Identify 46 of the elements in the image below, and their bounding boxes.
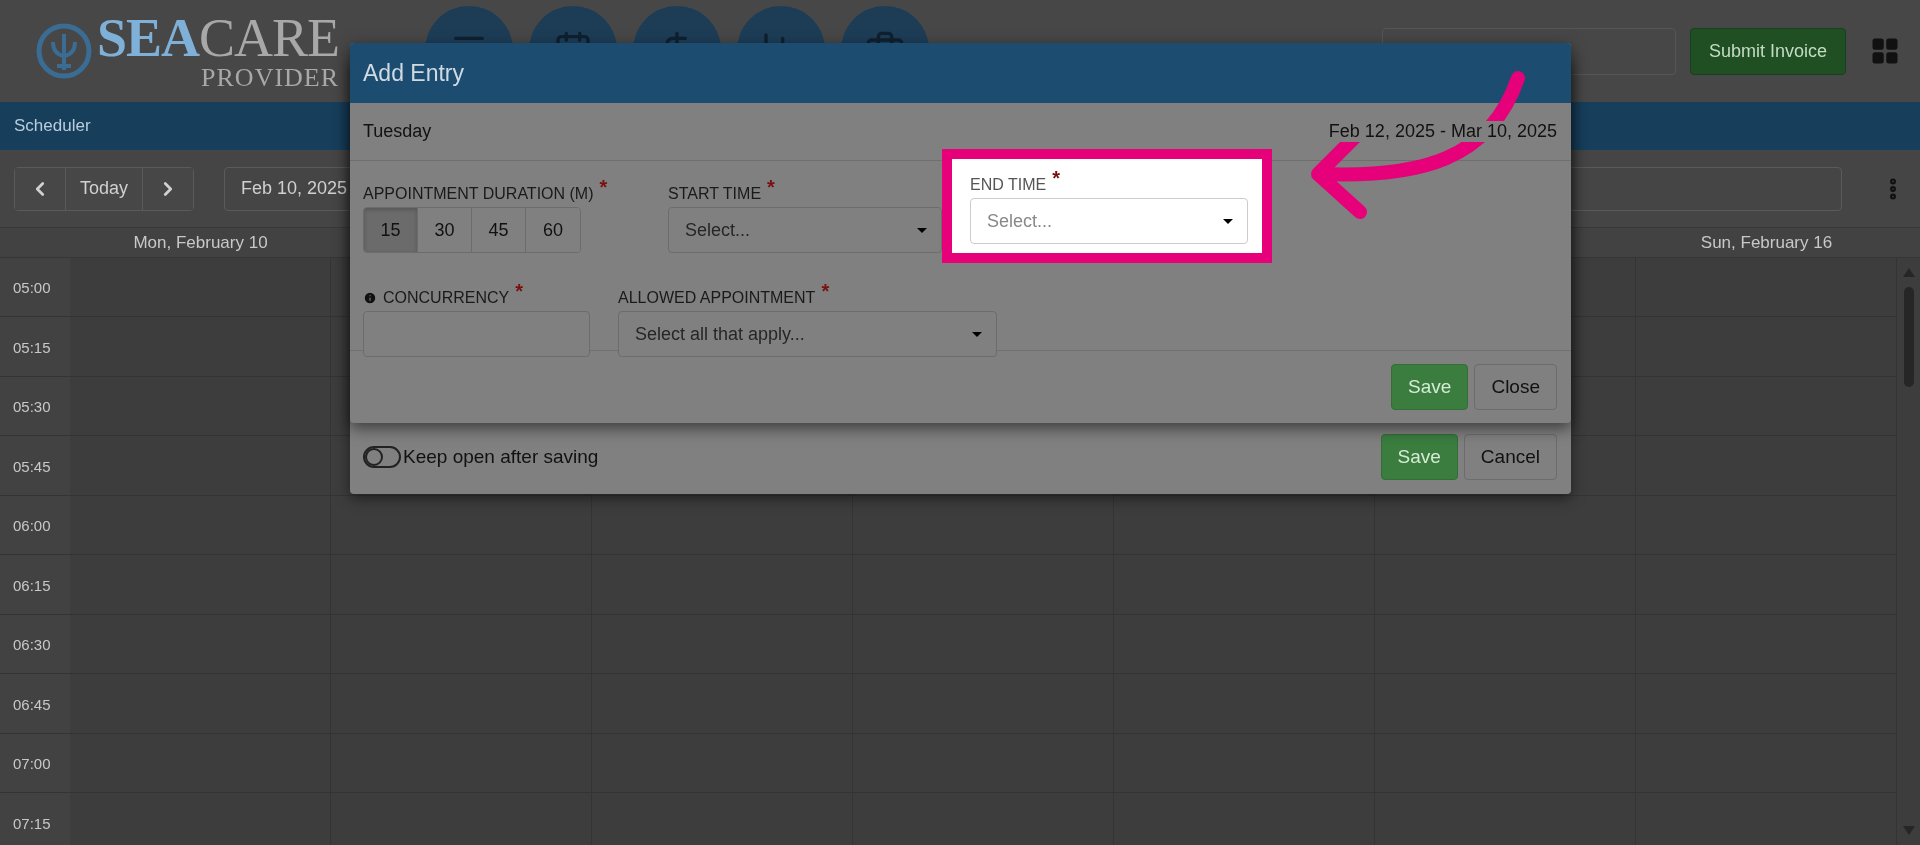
- field-label: START TIME: [668, 185, 762, 203]
- section-title: Scheduler: [14, 116, 91, 136]
- time-label: 07:15: [13, 814, 51, 832]
- time-label: 05:00: [13, 279, 51, 297]
- grid-icon[interactable]: [1870, 36, 1900, 66]
- field-label: APPOINTMENT DURATION (M): [363, 185, 594, 203]
- appointment-select[interactable]: Select all that apply...: [618, 311, 997, 357]
- caret-icon: [972, 331, 982, 337]
- submit-invoice-button[interactable]: Submit Invoice: [1689, 27, 1846, 75]
- time-label: 05:30: [13, 398, 51, 416]
- brand-tagline: PROVIDER: [201, 65, 340, 91]
- time-select[interactable]: Select...: [970, 198, 1248, 244]
- caret-icon: [1223, 218, 1233, 224]
- previous-button[interactable]: [15, 167, 66, 210]
- time-label: 06:00: [13, 517, 51, 535]
- day-name: Tuesday: [363, 121, 432, 142]
- time-label: 06:30: [13, 636, 51, 654]
- field-label: ALLOWED APPOINTMENT: [618, 289, 816, 307]
- duration-option[interactable]: 15: [364, 208, 418, 252]
- time-label: 05:15: [13, 338, 51, 356]
- save-button[interactable]: Save: [1391, 364, 1469, 410]
- toggle-switch[interactable]: [363, 446, 401, 468]
- time-label: 07:00: [13, 755, 51, 773]
- day-header: Mon, February 10: [133, 232, 268, 253]
- time-label: 05:45: [13, 457, 51, 475]
- time-select[interactable]: Select...: [668, 207, 942, 253]
- date-range: Feb 12, 2025 - Mar 10, 2025: [1328, 121, 1557, 142]
- required-mark: *: [767, 176, 775, 199]
- brand-name: SEACARE: [97, 11, 340, 65]
- required-mark: *: [599, 176, 608, 199]
- save-button[interactable]: Save: [1380, 434, 1458, 480]
- toggle-label: Keep open after saving: [403, 446, 599, 468]
- time-label: 06:45: [13, 695, 51, 713]
- cancel-button[interactable]: Cancel: [1463, 434, 1557, 480]
- trident-logo-icon: [35, 22, 93, 80]
- info-icon[interactable]: [363, 290, 377, 305]
- required-mark: *: [1052, 167, 1060, 190]
- field-label: END TIME: [970, 176, 1047, 194]
- caret-icon: [917, 227, 927, 233]
- dialog-title: Add Entry: [363, 59, 464, 87]
- required-mark: *: [515, 280, 524, 303]
- day-header: Sun, February 16: [1700, 232, 1833, 253]
- required-mark: *: [821, 280, 830, 303]
- field-label: CONCURRENCY: [383, 289, 510, 307]
- time-label: 06:15: [13, 576, 51, 594]
- close-button[interactable]: Close: [1474, 364, 1557, 410]
